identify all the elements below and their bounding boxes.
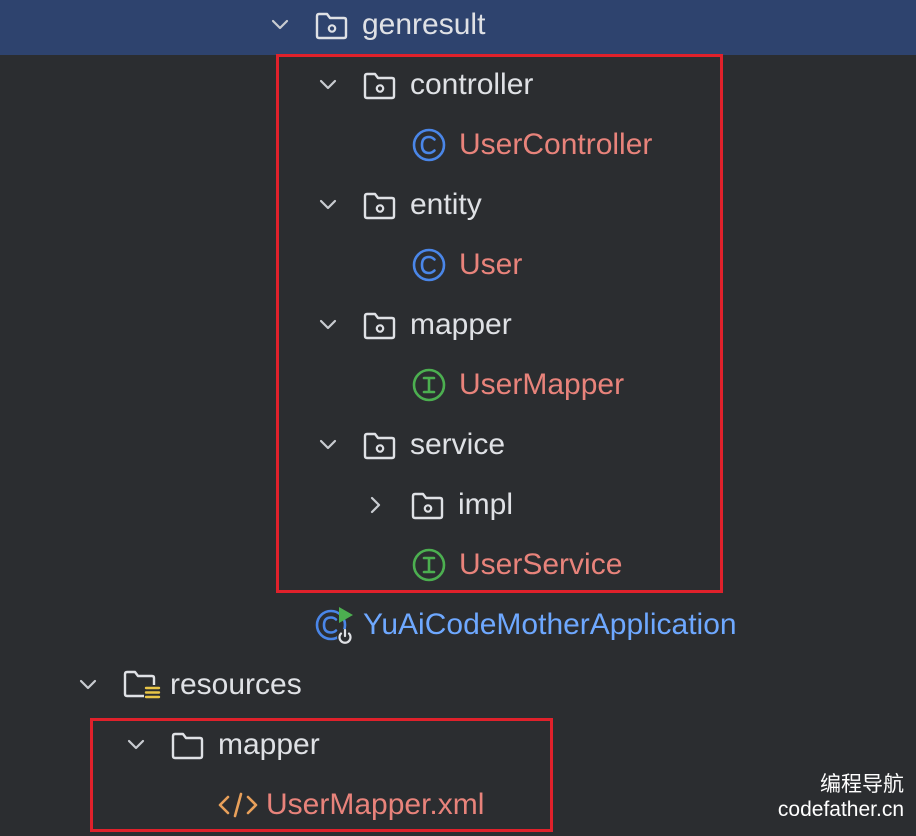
spring-boot-application-icon [315, 607, 353, 645]
package-folder-icon [315, 12, 348, 40]
tree-node-genresult[interactable]: genresult [0, 0, 916, 55]
chevron-down-icon[interactable] [76, 673, 100, 697]
resources-folder-icon [123, 670, 161, 700]
highlight-box-mapper-xml [90, 718, 553, 832]
watermark-line-1: 编程导航 [820, 773, 904, 796]
highlight-box-packages [276, 54, 723, 593]
tree-node-label: genresult [362, 8, 486, 41]
watermark-line-2: codefather.cn [777, 798, 904, 821]
tree-node-label: resources [170, 668, 302, 701]
tree-node-application[interactable]: YuAiCodeMotherApplication [0, 595, 916, 655]
chevron-down-icon[interactable] [268, 13, 292, 37]
tree-node-label: YuAiCodeMotherApplication [363, 608, 737, 641]
tree-node-resources[interactable]: resources [0, 655, 916, 715]
